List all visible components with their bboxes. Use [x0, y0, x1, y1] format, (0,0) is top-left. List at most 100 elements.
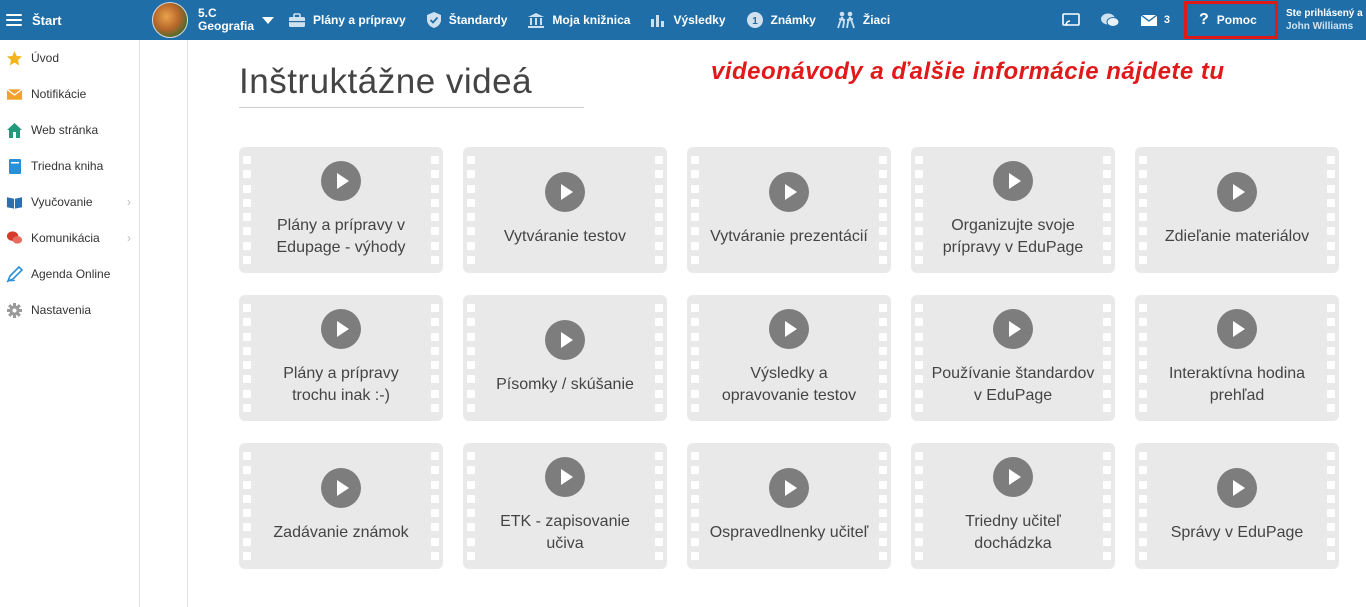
- play-icon: [1217, 172, 1257, 212]
- sidebar-item-label: Komunikácia: [31, 231, 100, 245]
- video-title: Plány a prípravy trochu inak :-): [283, 365, 399, 404]
- play-icon: [321, 161, 361, 201]
- video-card[interactable]: Písomky / skúšanie: [463, 295, 667, 421]
- video-title: Triedny učiteľ dochádzka: [965, 513, 1061, 552]
- film-perforation: [467, 147, 475, 273]
- video-card[interactable]: Zdieľanie materiálov: [1135, 147, 1339, 273]
- sidebar-item-label: Nastavenia: [31, 303, 92, 317]
- video-card[interactable]: Používanie štandardov v EduPage: [911, 295, 1115, 421]
- nav-kniznica[interactable]: Moja knižnica: [527, 0, 630, 40]
- play-icon: [545, 457, 585, 497]
- sidebar-item-label: Notifikácie: [31, 87, 87, 101]
- cast-icon: [1062, 12, 1080, 26]
- film-perforation: [243, 443, 251, 569]
- sidebar-item-triedna-kniha[interactable]: Triedna kniha: [0, 148, 139, 184]
- sidebar-item-label: Agenda Online: [31, 267, 111, 281]
- film-perforation: [1103, 295, 1111, 421]
- user-name: John Williams: [1286, 21, 1354, 32]
- film-perforation: [1103, 147, 1111, 273]
- video-card[interactable]: Organizujte svoje prípravy v EduPage: [911, 147, 1115, 273]
- play-icon: [321, 309, 361, 349]
- sidebar: Úvod Notifikácie Web stránka Triedna kni…: [0, 40, 140, 607]
- main-content: Inštruktážne videá videonávody a ďalšie …: [189, 40, 1366, 607]
- open-book-icon: [6, 194, 23, 211]
- film-perforation: [1139, 147, 1147, 273]
- students-icon: [837, 11, 855, 29]
- start-menu-button[interactable]: Štart: [0, 0, 140, 40]
- video-title: Vytváranie testov: [503, 228, 627, 245]
- film-perforation: [691, 443, 699, 569]
- sidebar-item-uvod[interactable]: Úvod: [0, 40, 139, 76]
- video-card[interactable]: ETK - zapisovanie učiva: [463, 443, 667, 569]
- film-perforation: [915, 147, 923, 273]
- video-card[interactable]: Správy v EduPage: [1135, 443, 1339, 569]
- film-perforation: [879, 147, 887, 273]
- help-button[interactable]: ? Pomoc: [1184, 1, 1278, 39]
- video-card[interactable]: Vytváranie prezentácií: [687, 147, 891, 273]
- play-icon: [993, 161, 1033, 201]
- nav-znamky[interactable]: 1 Známky: [746, 0, 816, 40]
- film-perforation: [243, 147, 251, 273]
- sidebar-item-label: Úvod: [31, 51, 60, 65]
- sidebar-item-label: Web stránka: [31, 123, 99, 137]
- gear-icon: [6, 302, 23, 319]
- question-icon: ?: [1199, 11, 1209, 28]
- class-subject: Geografia: [198, 19, 255, 33]
- film-perforation: [1103, 443, 1111, 569]
- play-icon: [1217, 309, 1257, 349]
- nav-standardy[interactable]: Štandardy: [426, 0, 507, 40]
- video-card[interactable]: Plány a prípravy v Edupage - výhody: [239, 147, 443, 273]
- film-perforation: [467, 295, 475, 421]
- sidebar-item-agenda-online[interactable]: Agenda Online: [0, 256, 139, 292]
- video-card[interactable]: Vytváranie testov: [463, 147, 667, 273]
- top-bar: Štart 5.C Geografia Plány a prípravy Šta…: [0, 0, 1366, 40]
- page-title: Inštruktážne videá: [239, 62, 533, 101]
- video-card[interactable]: Ospravedlnenky učiteľ: [687, 443, 891, 569]
- play-icon: [545, 172, 585, 212]
- grades-icon: 1: [746, 12, 763, 28]
- messages-button[interactable]: 3: [1140, 0, 1170, 40]
- video-grid: Plány a prípravy v Edupage - výhody Vytvá…: [239, 147, 1339, 569]
- cast-button[interactable]: [1062, 0, 1080, 40]
- video-title: Vytváranie prezentácií: [710, 228, 868, 245]
- envelope-icon: [6, 86, 23, 103]
- nav-ziaci[interactable]: Žiaci: [836, 0, 890, 40]
- main-nav: Plány a prípravy Štandardy Moja knižnica…: [288, 0, 910, 40]
- sidebar-item-notifikacie[interactable]: Notifikácie: [0, 76, 139, 112]
- sidebar-item-vyucovanie[interactable]: Vyučovanie ›: [0, 184, 139, 220]
- play-icon: [993, 457, 1033, 497]
- class-switcher[interactable]: 5.C Geografia: [152, 2, 275, 38]
- sidebar-item-nastavenia[interactable]: Nastavenia: [0, 292, 139, 328]
- video-title: Plány a prípravy v Edupage - výhody: [276, 217, 406, 256]
- play-icon: [769, 468, 809, 508]
- sidebar-item-label: Vyučovanie: [31, 195, 93, 209]
- video-card[interactable]: Výsledky a opravovanie testov: [687, 295, 891, 421]
- help-label: Pomoc: [1216, 13, 1257, 27]
- nav-plany[interactable]: Plány a prípravy: [288, 0, 406, 40]
- video-card[interactable]: Plány a prípravy trochu inak :-): [239, 295, 443, 421]
- video-title: Zdieľanie materiálov: [1164, 228, 1310, 245]
- film-perforation: [1327, 147, 1335, 273]
- film-perforation: [655, 147, 663, 273]
- user-menu[interactable]: Ste prihlásený a John Williams: [1286, 7, 1366, 33]
- film-perforation: [1327, 443, 1335, 569]
- nav-label: Plány a prípravy: [313, 13, 406, 27]
- film-perforation: [243, 295, 251, 421]
- video-card[interactable]: Interaktívna hodina prehľad: [1135, 295, 1339, 421]
- film-perforation: [1139, 295, 1147, 421]
- sidebar-item-komunikacia[interactable]: Komunikácia ›: [0, 220, 139, 256]
- chevron-right-icon: ›: [127, 231, 131, 245]
- film-perforation: [879, 443, 887, 569]
- play-icon: [769, 172, 809, 212]
- library-icon: [528, 13, 545, 28]
- play-icon: [545, 320, 585, 360]
- play-icon: [1217, 468, 1257, 508]
- chat-button[interactable]: [1100, 0, 1120, 40]
- film-perforation: [655, 443, 663, 569]
- video-card[interactable]: Zadávanie známok: [239, 443, 443, 569]
- video-card[interactable]: Triedny učiteľ dochádzka: [911, 443, 1115, 569]
- play-icon: [993, 309, 1033, 349]
- nav-vysledky[interactable]: Výsledky: [650, 0, 726, 40]
- sidebar-item-web-stranka[interactable]: Web stránka: [0, 112, 139, 148]
- caret-down-icon: [262, 16, 275, 24]
